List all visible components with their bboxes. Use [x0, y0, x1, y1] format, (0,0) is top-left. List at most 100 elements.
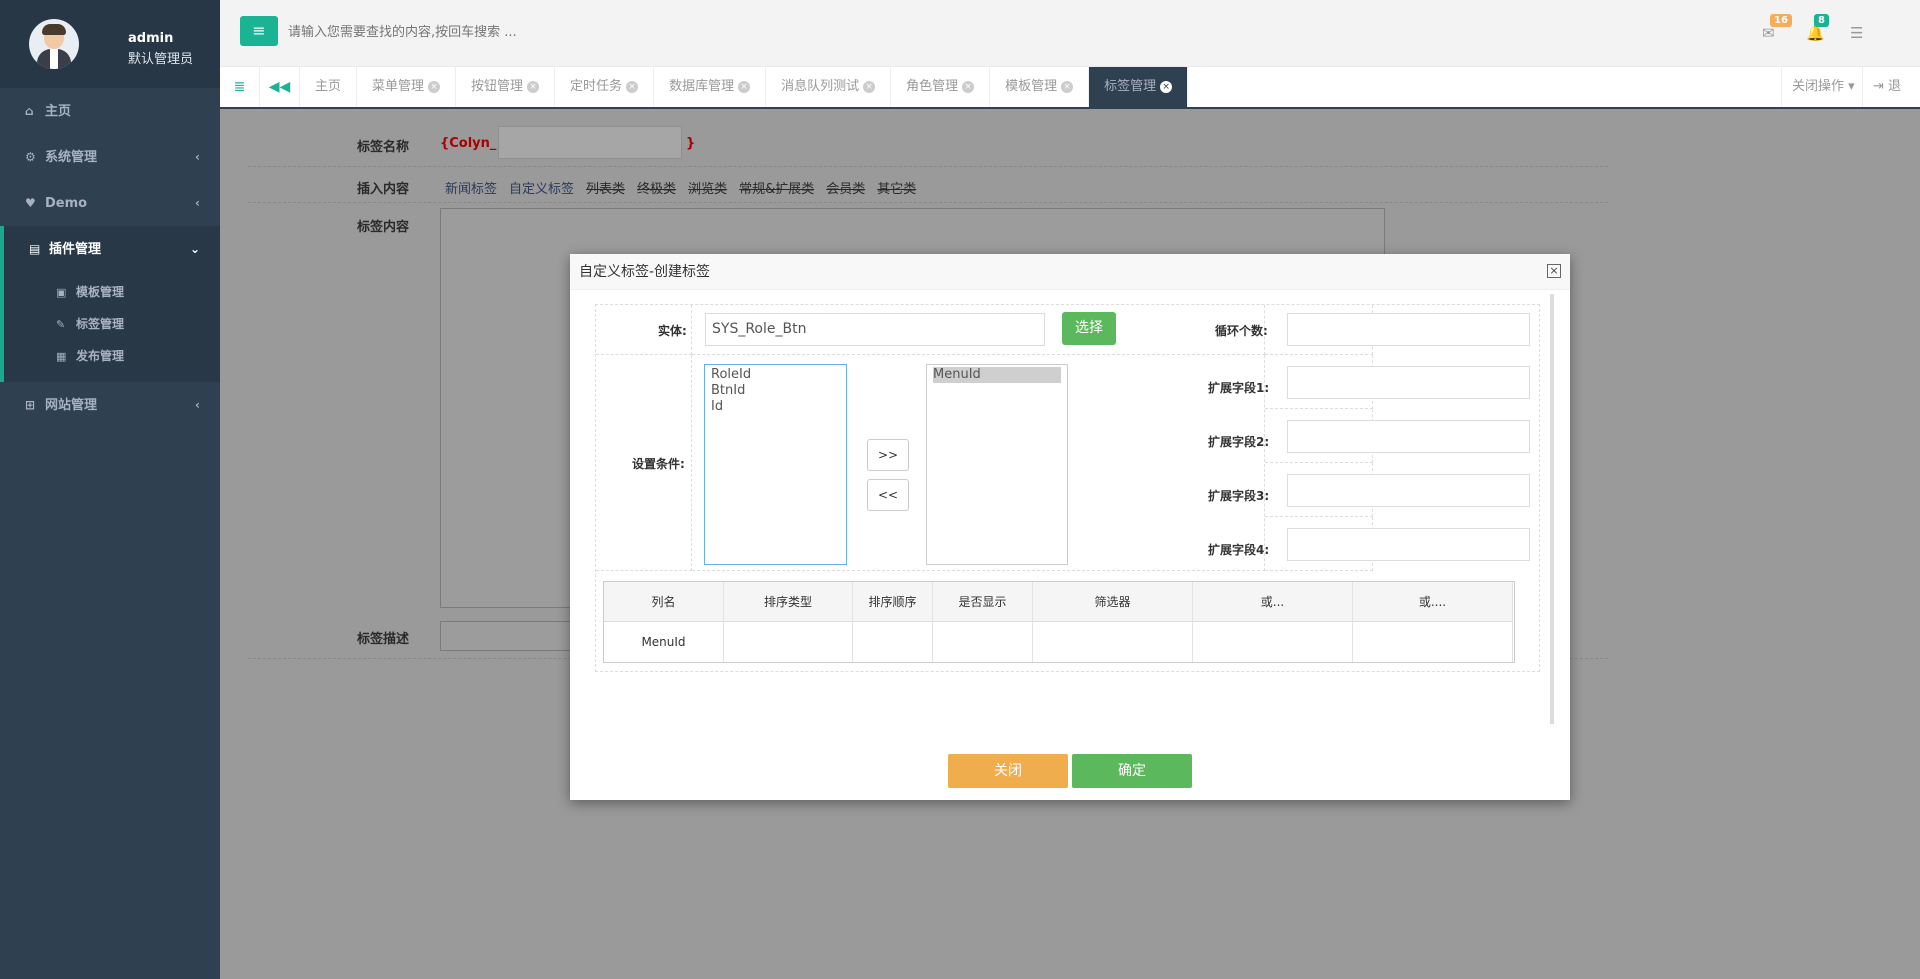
insert-link-news[interactable]: 新闻标签 — [445, 178, 497, 197]
create-tag-dialog: 自定义标签-创建标签 × 实体: SYS_Role_Btn 选择 循环个数: 设… — [570, 254, 1570, 800]
tab-mq[interactable]: 消息队列测试 × — [766, 67, 892, 107]
insert-link-browse[interactable]: 浏览类 — [688, 178, 727, 197]
sidebar-item-system[interactable]: ⚙ 系统管理 ‹ — [0, 134, 220, 180]
close-operations-dropdown[interactable]: 关闭操作 ▾ — [1781, 67, 1865, 107]
table-cell[interactable] — [1353, 622, 1513, 662]
table-cell[interactable] — [1033, 622, 1193, 662]
ext-field-3-input[interactable] — [1287, 474, 1530, 507]
sidebar-subitem-tags[interactable]: ✎ 标签管理 — [4, 308, 220, 340]
tab-tags[interactable]: 标签管理 × — [1089, 67, 1189, 107]
tab-buttons[interactable]: 按钮管理 × — [456, 67, 556, 107]
tag-icon: ✎ — [56, 318, 66, 331]
close-icon[interactable]: × — [1061, 80, 1074, 93]
hamburger-icon: ≡ — [252, 21, 266, 40]
ext-field-1-label: 扩展字段1: — [1208, 381, 1270, 395]
insert-link-final[interactable]: 终极类 — [637, 178, 676, 197]
close-operations-label: 关闭操作 — [1792, 79, 1845, 94]
sidebar-subitem-label: 标签管理 — [76, 317, 125, 331]
tab-home[interactable]: 主页 — [300, 67, 358, 107]
insert-link-other[interactable]: 其它类 — [877, 178, 916, 197]
search-input[interactable] — [288, 16, 688, 48]
move-left-button[interactable]: << — [867, 479, 909, 511]
tab-label: 主页 — [315, 79, 342, 94]
ext-field-3-label: 扩展字段3: — [1208, 489, 1270, 503]
profile-role: 默认管理员 — [128, 52, 194, 67]
close-button[interactable]: 关闭 — [948, 754, 1068, 788]
tag-name-input[interactable] — [498, 126, 682, 159]
sidebar-item-home[interactable]: ⌂ 主页 — [0, 88, 220, 134]
loop-count-label: 循环个数: — [1215, 324, 1268, 338]
dialog-title: 自定义标签-创建标签 — [579, 264, 711, 280]
list-icon: ≣ — [233, 79, 246, 95]
loop-count-input[interactable] — [1287, 313, 1530, 346]
mail-button[interactable]: ✉ 16 — [1762, 14, 1792, 42]
close-icon[interactable]: × — [738, 80, 751, 93]
sidebar-subitem-templates[interactable]: ▣ 模板管理 — [4, 276, 220, 308]
select-entity-button[interactable]: 选择 — [1062, 312, 1116, 345]
bell-count-badge: 8 — [1814, 14, 1829, 27]
divider — [248, 202, 1608, 203]
heart-icon: ♥ — [25, 196, 36, 210]
close-icon[interactable]: × — [863, 80, 876, 93]
columns-table: 列名 排序类型 排序顺序 是否显示 筛选器 或... 或.... MenuId — [603, 581, 1515, 663]
list-item[interactable]: MenuId — [933, 367, 1061, 383]
selected-fields-list[interactable]: MenuId — [926, 364, 1068, 565]
tab-label: 按钮管理 — [471, 79, 524, 94]
tabs-list-button[interactable]: ≣ — [220, 67, 260, 107]
close-icon[interactable]: × — [1160, 80, 1173, 93]
tag-desc-label: 标签描述 — [357, 632, 410, 647]
table-cell[interactable] — [1193, 622, 1353, 662]
tab-templates[interactable]: 模板管理 × — [990, 67, 1090, 107]
list-item[interactable]: RoleId — [711, 367, 840, 383]
tab-label: 菜单管理 — [372, 79, 425, 94]
close-icon[interactable]: × — [527, 80, 540, 93]
tabs-list: 主页 菜单管理 × 按钮管理 × 定时任务 × 数据库管理 × 消息队列测试 × 角色管理… — [300, 67, 1189, 107]
table-header: 排序顺序 — [853, 582, 933, 622]
tab-jobs[interactable]: 定时任务 × — [555, 67, 655, 107]
profile-name[interactable]: admin — [128, 31, 173, 46]
tabs-scroll-left-button[interactable]: ◀◀ — [260, 67, 300, 107]
table-header: 或... — [1193, 582, 1353, 622]
tab-roles[interactable]: 角色管理 × — [891, 67, 991, 107]
table-cell[interactable] — [853, 622, 933, 662]
avatar[interactable] — [29, 19, 79, 69]
menu-toggle-button[interactable]: ≡ — [240, 16, 278, 46]
divider — [248, 166, 1608, 167]
sidebar-item-label: 主页 — [45, 104, 72, 119]
sidebar-subitem-publish[interactable]: ▦ 发布管理 — [4, 340, 220, 372]
insert-link-list[interactable]: 列表类 — [586, 178, 625, 197]
table-header: 筛选器 — [1033, 582, 1193, 622]
ext-field-1-input[interactable] — [1287, 366, 1530, 399]
insert-link-member[interactable]: 会员类 — [826, 178, 865, 197]
available-fields-list[interactable]: RoleId BtnId Id — [704, 364, 847, 565]
dialog-scrollbar[interactable] — [1550, 294, 1554, 724]
tab-database[interactable]: 数据库管理 × — [654, 67, 767, 107]
list-item[interactable]: Id — [711, 399, 840, 415]
tab-menu[interactable]: 菜单管理 × — [357, 67, 457, 107]
ext-field-4-input[interactable] — [1287, 528, 1530, 561]
tasks-button[interactable]: ☰ — [1850, 24, 1863, 42]
close-icon[interactable]: × — [1547, 264, 1561, 278]
caret-down-icon: ▾ — [1848, 79, 1855, 94]
sidebar-item-demo[interactable]: ♥ Demo ‹ — [0, 180, 220, 226]
sidebar-item-website[interactable]: ⊞ 网站管理 ‹ — [0, 382, 220, 428]
ok-button[interactable]: 确定 — [1072, 754, 1192, 788]
close-icon[interactable]: × — [962, 80, 975, 93]
table-header: 是否显示 — [933, 582, 1033, 622]
insert-link-custom[interactable]: 自定义标签 — [509, 178, 574, 197]
logout-button[interactable]: ⇥ 退出 — [1862, 67, 1920, 134]
notifications-button[interactable]: 🔔 8 — [1806, 14, 1829, 42]
entity-input[interactable]: SYS_Role_Btn — [705, 313, 1045, 346]
move-right-button[interactable]: >> — [867, 439, 909, 471]
table-cell[interactable] — [933, 622, 1033, 662]
insert-link-general[interactable]: 常规&扩展类 — [739, 178, 814, 197]
ext-field-2-input[interactable] — [1287, 420, 1530, 453]
table-cell[interactable] — [724, 622, 853, 662]
list-item[interactable]: BtnId — [711, 383, 840, 399]
close-icon[interactable]: × — [428, 80, 441, 93]
sidebar-item-label: Demo — [45, 196, 88, 211]
close-icon[interactable]: × — [626, 80, 639, 93]
insert-links: 新闻标签 自定义标签 列表类 终极类 浏览类 常规&扩展类 会员类 其它类 — [445, 178, 916, 197]
tab-label: 定时任务 — [570, 79, 623, 94]
sidebar-item-plugins[interactable]: ▤ 插件管理 ⌄ — [0, 226, 220, 272]
